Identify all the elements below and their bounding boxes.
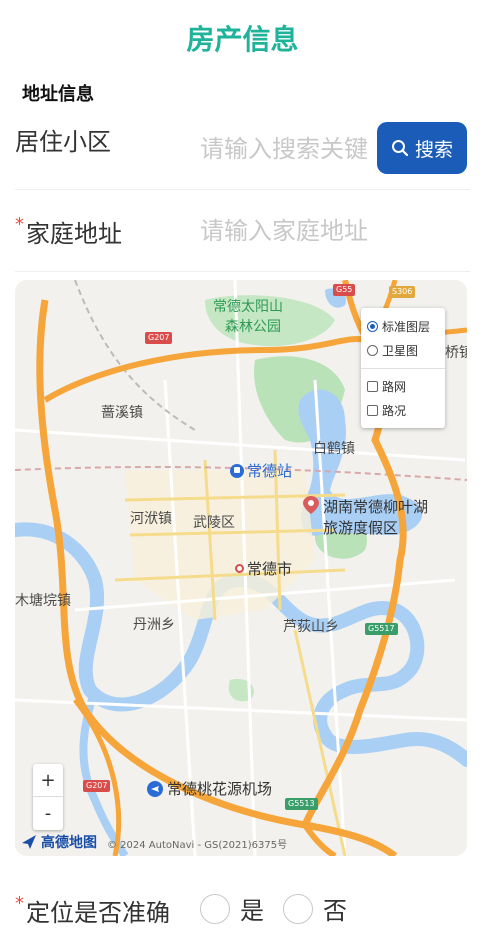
place-label-town3: 河洑镇 xyxy=(130,511,172,527)
radio-selected-icon xyxy=(367,321,378,332)
layer-option-traffic[interactable]: 路况 xyxy=(367,402,406,419)
layer-option-standard[interactable]: 标准图层 xyxy=(367,318,430,335)
place-label-town1: 蔷溪镇 xyxy=(101,405,143,421)
map-view[interactable]: G55 S306 G207 G5517 G207 G5513 常德太阳山 森林公… xyxy=(15,280,467,856)
place-label-city: 常德市 xyxy=(235,558,292,579)
radio-icon xyxy=(283,893,313,924)
search-button-label: 搜索 xyxy=(414,138,453,161)
highway-shield-g5513: G5513 xyxy=(285,798,318,810)
address-label: *家庭地址 xyxy=(15,214,122,248)
checkbox-icon xyxy=(367,381,378,392)
section-title: 地址信息 xyxy=(22,84,94,105)
radio-icon xyxy=(200,893,230,924)
page-title: 房产信息 xyxy=(186,23,299,56)
highway-shield-g5517: G5517 xyxy=(365,623,398,635)
address-row: *家庭地址 xyxy=(15,192,470,272)
accuracy-option-yes[interactable]: 是 xyxy=(200,891,264,926)
place-label-lake: 湖南常德柳叶湖 旅游度假区 xyxy=(303,496,428,538)
layer-option-satellite[interactable]: 卫星图 xyxy=(367,342,418,359)
zoom-out-button[interactable]: - xyxy=(33,797,63,830)
layer-option-roads[interactable]: 路网 xyxy=(367,378,406,395)
community-row: 居住小区 搜索 xyxy=(15,110,470,190)
community-label: 居住小区 xyxy=(15,128,111,156)
train-station-icon xyxy=(230,463,244,478)
highway-shield-g207b: G207 xyxy=(83,780,111,792)
place-label-town4: 木塘垸镇 xyxy=(15,593,71,609)
accuracy-label: *定位是否准确 xyxy=(15,893,170,927)
highway-shield-s306: S306 xyxy=(389,286,416,298)
map-copyright: © 2024 AutoNavi - GS(2021)6375号 xyxy=(107,840,288,851)
scenic-spot-icon xyxy=(303,496,319,514)
airport-icon xyxy=(147,780,163,797)
accuracy-option-no[interactable]: 否 xyxy=(283,891,347,926)
location-accuracy-row: *定位是否准确 是 否 xyxy=(15,885,470,935)
place-label-station: 常德站 xyxy=(230,460,292,481)
zoom-control: + - xyxy=(33,764,63,830)
place-label-edge: 桥镇 xyxy=(445,345,467,361)
address-input[interactable] xyxy=(200,214,460,248)
amap-logo-icon xyxy=(22,835,36,849)
place-label-airport: 常德桃花源机场 xyxy=(147,778,272,799)
search-icon xyxy=(391,140,409,157)
required-mark: * xyxy=(15,214,24,235)
place-label-town2: 白鹤镇 xyxy=(313,441,355,457)
required-mark: * xyxy=(15,893,24,914)
search-button[interactable]: 搜索 xyxy=(377,122,467,174)
checkbox-icon xyxy=(367,405,378,416)
map-brand: 高德地图 xyxy=(21,832,97,852)
highway-shield-g207: G207 xyxy=(145,332,173,344)
layer-panel-divider xyxy=(361,368,445,369)
zoom-in-button[interactable]: + xyxy=(33,764,63,797)
place-label-town5: 丹洲乡 xyxy=(133,617,175,633)
place-label-district: 武陵区 xyxy=(193,515,235,531)
city-marker-icon xyxy=(235,564,244,573)
community-search-input[interactable] xyxy=(200,132,372,166)
radio-icon xyxy=(367,345,378,356)
map-layer-panel: 标准图层 卫星图 路网 路况 xyxy=(361,308,445,428)
place-label-town6: 芦荻山乡 xyxy=(283,619,339,635)
place-label-park: 常德太阳山 xyxy=(213,299,283,315)
highway-shield-g55: G55 xyxy=(333,284,356,296)
place-label-park2: 森林公园 xyxy=(225,319,281,335)
